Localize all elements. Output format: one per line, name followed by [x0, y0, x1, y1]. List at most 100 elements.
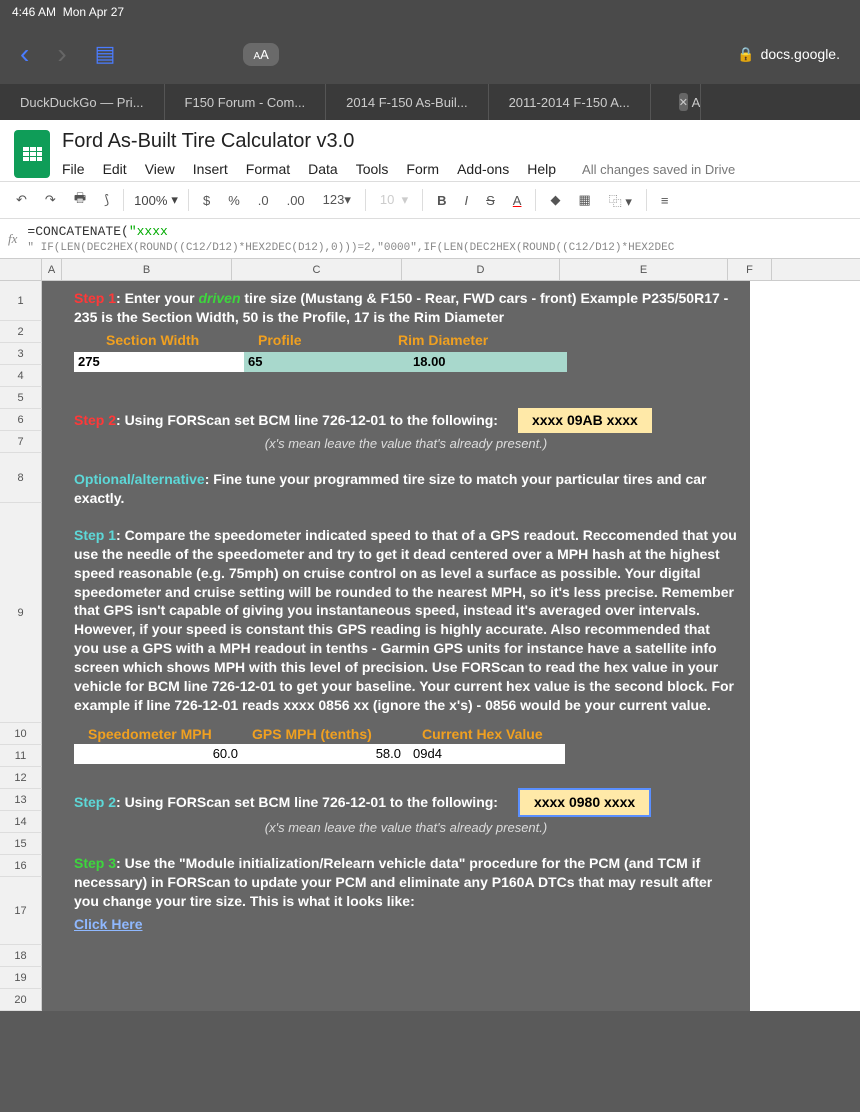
menu-view[interactable]: View [145, 161, 175, 177]
step2-row: Step 2: Using FORScan set BCM line 726-1… [74, 408, 738, 433]
menu-help[interactable]: Help [527, 161, 556, 177]
label-gps: GPS MPH (tenths) [252, 725, 422, 744]
url-text: docs.google. [761, 46, 840, 62]
column-headers: A B C D E F [0, 259, 860, 281]
col-b[interactable]: B [62, 259, 232, 280]
row-14[interactable]: 14 [0, 811, 42, 833]
col-a[interactable]: A [42, 259, 62, 280]
url-bar[interactable]: 🔒 docs.google. [337, 46, 840, 63]
input-gps[interactable]: 58.0 [244, 744, 407, 764]
tab-duckduckgo[interactable]: DuckDuckGo — Pri... [0, 84, 165, 120]
row-1[interactable]: 1 [0, 281, 42, 321]
row-6[interactable]: 6 [0, 409, 42, 431]
select-all-corner[interactable] [0, 259, 42, 280]
tab-2011-2014[interactable]: 2011-2014 F-150 A... [489, 84, 651, 120]
paint-format-button[interactable]: ⟆ [100, 190, 113, 210]
italic-button[interactable]: I [461, 191, 473, 210]
col-d[interactable]: D [402, 259, 560, 280]
menu-insert[interactable]: Insert [193, 161, 228, 177]
tab-2014-asbuilt[interactable]: 2014 F-150 As-Buil... [326, 84, 488, 120]
row-3[interactable]: 3 [0, 343, 42, 365]
align-button[interactable]: ≡ [657, 191, 673, 210]
row-13[interactable]: 13 [0, 789, 42, 811]
label-profile: Profile [258, 331, 398, 350]
bookmarks-icon[interactable]: ▤ [95, 41, 116, 67]
row-10[interactable]: 10 [0, 723, 42, 745]
menu-bar: File Edit View Insert Format Data Tools … [62, 157, 735, 181]
bold-button[interactable]: B [433, 191, 450, 210]
fill-color-button[interactable]: ◆ [546, 190, 564, 210]
menu-addons[interactable]: Add-ons [457, 161, 509, 177]
tab-extra[interactable]: ✕ A [651, 84, 701, 120]
label-hex: Current Hex Value [422, 725, 602, 744]
percent-button[interactable]: % [224, 191, 244, 210]
row-11[interactable]: 11 [0, 745, 42, 767]
row-19[interactable]: 19 [0, 967, 42, 989]
row-7[interactable]: 7 [0, 431, 42, 453]
strike-button[interactable]: S [482, 191, 499, 210]
text-color-button[interactable]: A [509, 191, 526, 210]
spreadsheet-content[interactable]: Step 1: Enter your driven tire size (Mus… [62, 281, 750, 1011]
sheets-toolbar: ↶ ↷ 🖶 ⟆ 100% ▾ $ % .0 .00 123▾ 10 ▾ B I … [0, 181, 860, 219]
menu-edit[interactable]: Edit [103, 161, 127, 177]
document-title[interactable]: Ford As-Built Tire Calculator v3.0 [62, 130, 735, 157]
menu-data[interactable]: Data [308, 161, 338, 177]
sheet-body: 1 2 3 4 5 6 7 8 9 10 11 12 13 14 15 16 1… [0, 281, 860, 1011]
row-headers: 1 2 3 4 5 6 7 8 9 10 11 12 13 14 15 16 1… [0, 281, 42, 1011]
formula-text[interactable]: =CONCATENATE("xxxx" IF(LEN(DEC2HEX(ROUND… [27, 224, 674, 254]
input-profile[interactable]: 65 [244, 352, 409, 372]
col-f[interactable]: F [728, 259, 772, 280]
status-date: Mon Apr 27 [63, 5, 124, 19]
font-size-select[interactable]: 10 ▾ [376, 190, 412, 210]
row-8[interactable]: 8 [0, 453, 42, 503]
save-status: All changes saved in Drive [582, 162, 735, 177]
row-17[interactable]: 17 [0, 877, 42, 945]
row-9[interactable]: 9 [0, 503, 42, 723]
text-size-button[interactable]: AA [243, 43, 278, 66]
close-icon[interactable]: ✕ [679, 93, 688, 111]
more-formats-button[interactable]: 123▾ [319, 190, 355, 210]
menu-file[interactable]: File [62, 161, 85, 177]
merge-button[interactable]: ⿻ ▾ [605, 189, 636, 212]
ios-status-bar: 4:46 AM Mon Apr 27 [0, 0, 860, 24]
row-4[interactable]: 4 [0, 365, 42, 387]
zoom-select[interactable]: 100% ▾ [134, 192, 178, 208]
click-here-link[interactable]: Click Here [74, 916, 142, 932]
speed-labels: Speedometer MPH GPS MPH (tenths) Current… [74, 725, 738, 744]
row-20[interactable]: 20 [0, 989, 42, 1011]
status-time: 4:46 AM [12, 5, 56, 19]
input-rim-diameter[interactable]: 18.00 [409, 352, 567, 372]
row-15[interactable]: 15 [0, 833, 42, 855]
formula-bar[interactable]: fx =CONCATENATE("xxxx" IF(LEN(DEC2HEX(RO… [0, 219, 860, 259]
decimal-dec-button[interactable]: .0 [254, 191, 273, 210]
menu-tools[interactable]: Tools [356, 161, 389, 177]
row-18[interactable]: 18 [0, 945, 42, 967]
browser-tabs: DuckDuckGo — Pri... F150 Forum - Com... … [0, 84, 860, 120]
label-speedometer: Speedometer MPH [74, 725, 252, 744]
sheets-icon[interactable] [14, 130, 50, 178]
fx-icon: fx [8, 231, 17, 247]
row-5[interactable]: 5 [0, 387, 42, 409]
decimal-inc-button[interactable]: .00 [283, 191, 309, 210]
row-16[interactable]: 16 [0, 855, 42, 877]
speed-inputs: 60.0 58.0 09d4 [74, 744, 738, 764]
currency-button[interactable]: $ [199, 191, 214, 210]
input-speedometer[interactable]: 60.0 [74, 744, 244, 764]
input-section-width[interactable]: 275 [74, 352, 244, 372]
menu-format[interactable]: Format [246, 161, 290, 177]
row-2[interactable]: 2 [0, 321, 42, 343]
forward-button[interactable]: › [57, 38, 66, 70]
note-text-2: (x's mean leave the value that's already… [74, 819, 738, 837]
back-button[interactable]: ‹ [20, 38, 29, 70]
col-c[interactable]: C [232, 259, 402, 280]
input-hex[interactable]: 09d4 [407, 744, 565, 764]
borders-button[interactable]: ▦ [574, 190, 594, 210]
menu-form[interactable]: Form [406, 161, 439, 177]
tab-f150forum[interactable]: F150 Forum - Com... [165, 84, 327, 120]
col-e[interactable]: E [560, 259, 728, 280]
redo-button[interactable]: ↷ [41, 190, 60, 210]
bcm-result-1: xxxx 09AB xxxx [518, 408, 652, 433]
print-button[interactable]: 🖶 [70, 187, 90, 213]
undo-button[interactable]: ↶ [12, 190, 31, 210]
row-12[interactable]: 12 [0, 767, 42, 789]
